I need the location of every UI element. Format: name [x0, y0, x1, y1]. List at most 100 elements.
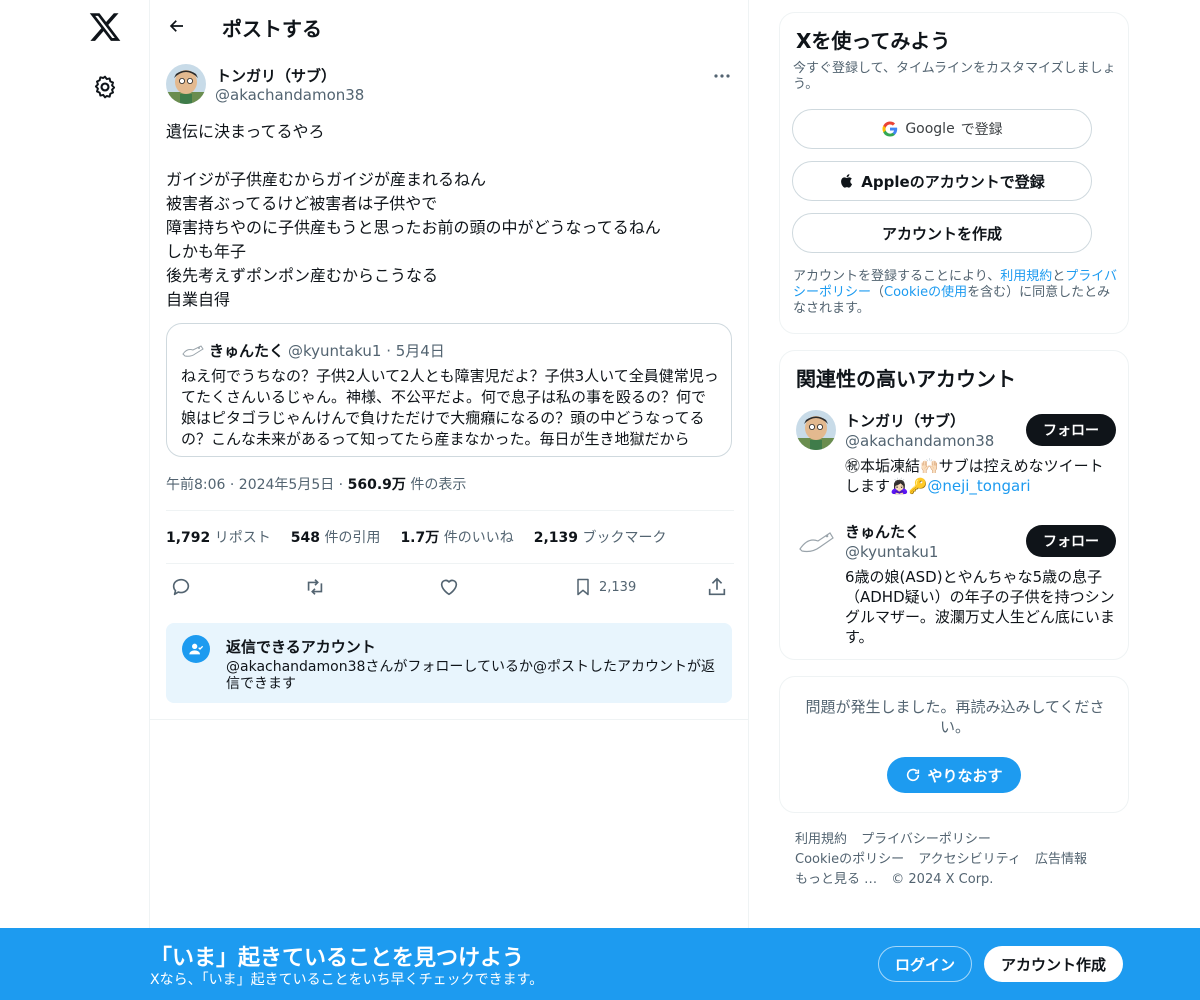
- retry-button[interactable]: やりなおす: [887, 757, 1021, 793]
- bottom-bar-subtitle: Xなら、「いま」起きていることをいち早くチェックできます。: [150, 972, 544, 988]
- signup-card: Xを使ってみよう 今すぐ登録して、タイムラインをカスタマイズしましょう。 Goo…: [779, 12, 1129, 334]
- create-account-button[interactable]: アカウントを作成: [792, 213, 1092, 253]
- stat-count: 548: [290, 530, 320, 546]
- avatar-image-icon: [796, 410, 836, 450]
- related-account[interactable]: きゅんたく @kyuntaku1 フォロー 6歳の娘(ASD)とやんちゃな5歳の…: [796, 521, 1116, 646]
- quote-handle-text: @kyuntaku1: [288, 342, 382, 360]
- share-button[interactable]: [706, 576, 728, 598]
- post-time[interactable]: 午前8:06 · 2024年5月5日 ·: [166, 477, 343, 493]
- user-check-icon: [189, 643, 204, 655]
- more-options-button[interactable]: [710, 68, 734, 84]
- footer-link[interactable]: Cookieのポリシー: [795, 852, 904, 867]
- bookmark-count: 2,139: [599, 579, 637, 595]
- footer-link[interactable]: プライバシーポリシー: [861, 832, 991, 847]
- stat-label: 件のいいね: [443, 530, 514, 546]
- avatar[interactable]: [796, 521, 836, 561]
- apple-signup-button[interactable]: Appleのアカウントで登録: [792, 161, 1092, 201]
- refresh-icon: [907, 768, 920, 782]
- quote-avatar: [182, 345, 204, 357]
- left-nav: [0, 0, 150, 1000]
- footer-link[interactable]: 広告情報: [1035, 852, 1087, 867]
- terms-link[interactable]: 利用規約: [1000, 269, 1052, 284]
- stat-label: リポスト: [214, 530, 271, 546]
- account-bio: 6歳の娘(ASD)とやんちゃな5歳の息子（ADHD疑い）の年子の子供を持つシング…: [845, 568, 1115, 646]
- repost-button[interactable]: [303, 576, 327, 598]
- repost-icon: [307, 579, 323, 595]
- avatar[interactable]: [796, 410, 836, 450]
- footer-link[interactable]: アクセシビリティ: [918, 852, 1021, 867]
- reply-restriction-title: 返信できるアカウント: [226, 638, 376, 656]
- avatar[interactable]: [166, 64, 206, 104]
- stat-quotes[interactable]: 548 件の引用: [291, 527, 381, 547]
- apple-icon: [841, 174, 853, 188]
- reply-restriction-desc: @akachandamon38さんがフォローしているか@ポストしたアカウントが返…: [226, 659, 715, 692]
- heart-icon: [440, 579, 458, 596]
- views-count: 560.9万: [347, 477, 406, 493]
- login-button[interactable]: ログイン: [878, 946, 972, 982]
- footer-more-link[interactable]: もっと見る …: [795, 872, 877, 887]
- divider: [150, 719, 748, 720]
- copyright: © 2024 X Corp.: [891, 872, 994, 887]
- main-column: ポストする トンガリ（サブ） @akachandamon38 遺伝に決まってるや…: [149, 0, 749, 1000]
- follow-button[interactable]: フォロー: [1026, 414, 1116, 446]
- author-handle[interactable]: @akachandamon38: [215, 86, 364, 104]
- google-signup-label: で登録: [960, 122, 1003, 138]
- account-bio: ㊗本垢凍結🙌🏻サブは控えめなツイートします🙇🏻‍♀️🔑@neji_tongari: [845, 456, 1117, 496]
- more-dots-icon: [714, 74, 730, 78]
- google-signup-button[interactable]: Google で登録: [792, 109, 1092, 149]
- signup-card-title: Xを使ってみよう: [796, 29, 951, 53]
- arrow-left-icon: [169, 20, 183, 32]
- account-name: トンガリ（サブ）: [845, 412, 966, 430]
- back-button[interactable]: [164, 13, 190, 39]
- share-icon: [708, 577, 726, 596]
- post-text: 遺伝に決まってるやろ ガイジが子供産むからガイジが産まれるねん 被害者ぶってるけ…: [166, 122, 661, 309]
- quote-author-handle: @kyuntaku1 · 5月4日: [288, 340, 445, 361]
- quote-date: · 5月4日: [386, 342, 445, 360]
- error-card: 問題が発生しました。再読み込みしてください。 やりなおす: [779, 676, 1129, 813]
- signup-card-subtitle: 今すぐ登録して、タイムラインをカスタマイズしましょう。: [793, 61, 1116, 92]
- x-logo-icon[interactable]: [88, 10, 122, 44]
- signup-terms: アカウントを登録することにより、利用規約とプライバシーポリシー（Cookieの使…: [793, 269, 1123, 317]
- post-meta: 午前8:06 · 2024年5月5日 · 560.9万 件の表示: [166, 474, 466, 494]
- post-author: トンガリ（サブ） @akachandamon38: [166, 64, 734, 108]
- avatar-image-icon: [796, 521, 836, 561]
- signup-button[interactable]: アカウント作成: [984, 946, 1123, 982]
- terms-text: アカウントを登録することにより、: [793, 269, 1001, 284]
- cookie-link[interactable]: Cookieの使用: [884, 285, 967, 300]
- bottom-signup-bar: 「いま」起きていることを見つけよう Xなら、「いま」起きていることをいち早くチェ…: [0, 928, 1200, 1000]
- related-accounts-card: 関連性の高いアカウント トンガリ（サブ） @akachandamon38 フォロ…: [779, 350, 1129, 660]
- create-account-label: アカウントを作成: [881, 224, 1002, 243]
- post-stats: 1,792 リポスト 548 件の引用 1.7万 件のいいね 2,139 ブック…: [166, 510, 734, 564]
- bio-mention-link[interactable]: @neji_tongari: [927, 477, 1030, 495]
- quote-author-name: きゅんたく: [209, 342, 285, 360]
- reply-button[interactable]: [170, 576, 192, 598]
- stat-reposts[interactable]: 1,792 リポスト: [166, 527, 271, 547]
- stat-likes[interactable]: 1.7万 件のいいね: [400, 527, 513, 547]
- stat-count: 2,139: [533, 530, 578, 546]
- terms-text: （: [871, 285, 885, 300]
- google-signup-brand: Google: [905, 121, 955, 137]
- reply-restriction-icon: [182, 635, 210, 663]
- quoted-post[interactable]: きゅんたく @kyuntaku1 · 5月4日 ねえ何でうちなの？子供2人いて2…: [166, 323, 732, 457]
- related-account[interactable]: トンガリ（サブ） @akachandamon38 フォロー ㊗本垢凍結🙌🏻サブは…: [796, 410, 1116, 510]
- stat-label: 件の引用: [324, 530, 381, 546]
- post-actions: 2,139: [166, 566, 734, 610]
- account-name: きゅんたく: [845, 523, 921, 541]
- stat-count: 1,792: [166, 530, 211, 546]
- stat-label: ブックマーク: [582, 530, 667, 546]
- views-label: 件の表示: [410, 477, 467, 493]
- footer-link[interactable]: 利用規約: [795, 832, 847, 847]
- gear-icon[interactable]: [92, 74, 118, 100]
- like-button[interactable]: [438, 576, 460, 598]
- google-icon: [882, 121, 898, 137]
- follow-button[interactable]: フォロー: [1026, 525, 1116, 557]
- stat-bookmarks[interactable]: 2,139 ブックマーク: [534, 527, 667, 547]
- error-message: 問題が発生しました。再読み込みしてください。: [805, 698, 1105, 736]
- footer-links: 利用規約 プライバシーポリシー Cookieのポリシー アクセシビリティ 広告情…: [795, 830, 1125, 890]
- bookmark-icon: [577, 578, 589, 596]
- author-name[interactable]: トンガリ（サブ）: [216, 65, 336, 86]
- related-title: 関連性の高いアカウント: [796, 367, 1016, 391]
- reply-icon: [172, 578, 190, 596]
- bookmark-button[interactable]: 2,139: [573, 576, 636, 598]
- page-header: ポストする: [150, 0, 748, 53]
